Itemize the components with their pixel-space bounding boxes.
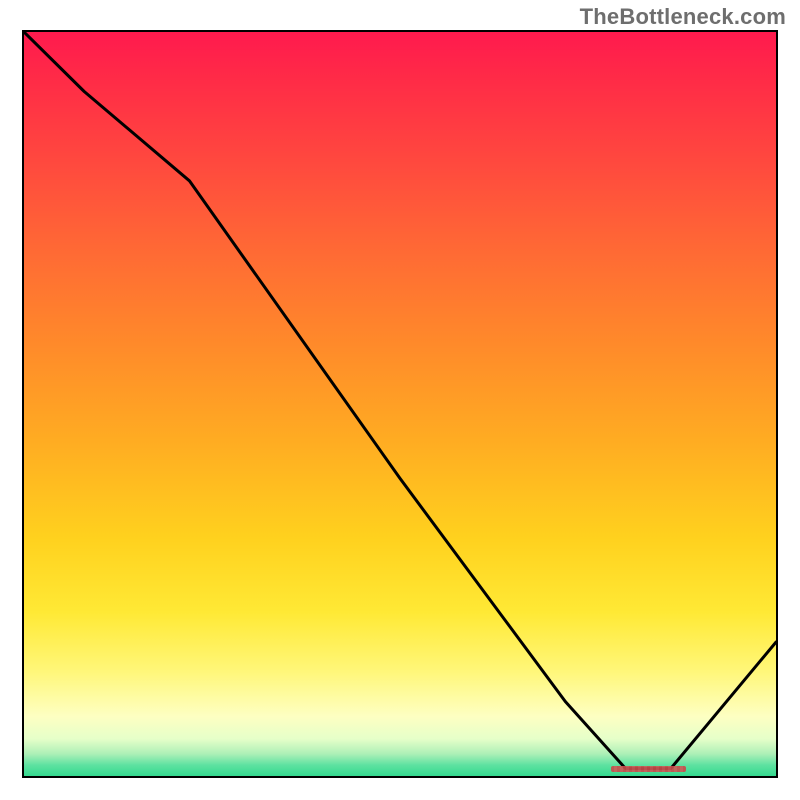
bottleneck-curve bbox=[24, 32, 776, 776]
optimum-range-marker bbox=[611, 766, 686, 772]
attribution-text: TheBottleneck.com bbox=[580, 4, 786, 30]
plot-area bbox=[22, 30, 778, 778]
chart-frame: TheBottleneck.com bbox=[0, 0, 800, 800]
